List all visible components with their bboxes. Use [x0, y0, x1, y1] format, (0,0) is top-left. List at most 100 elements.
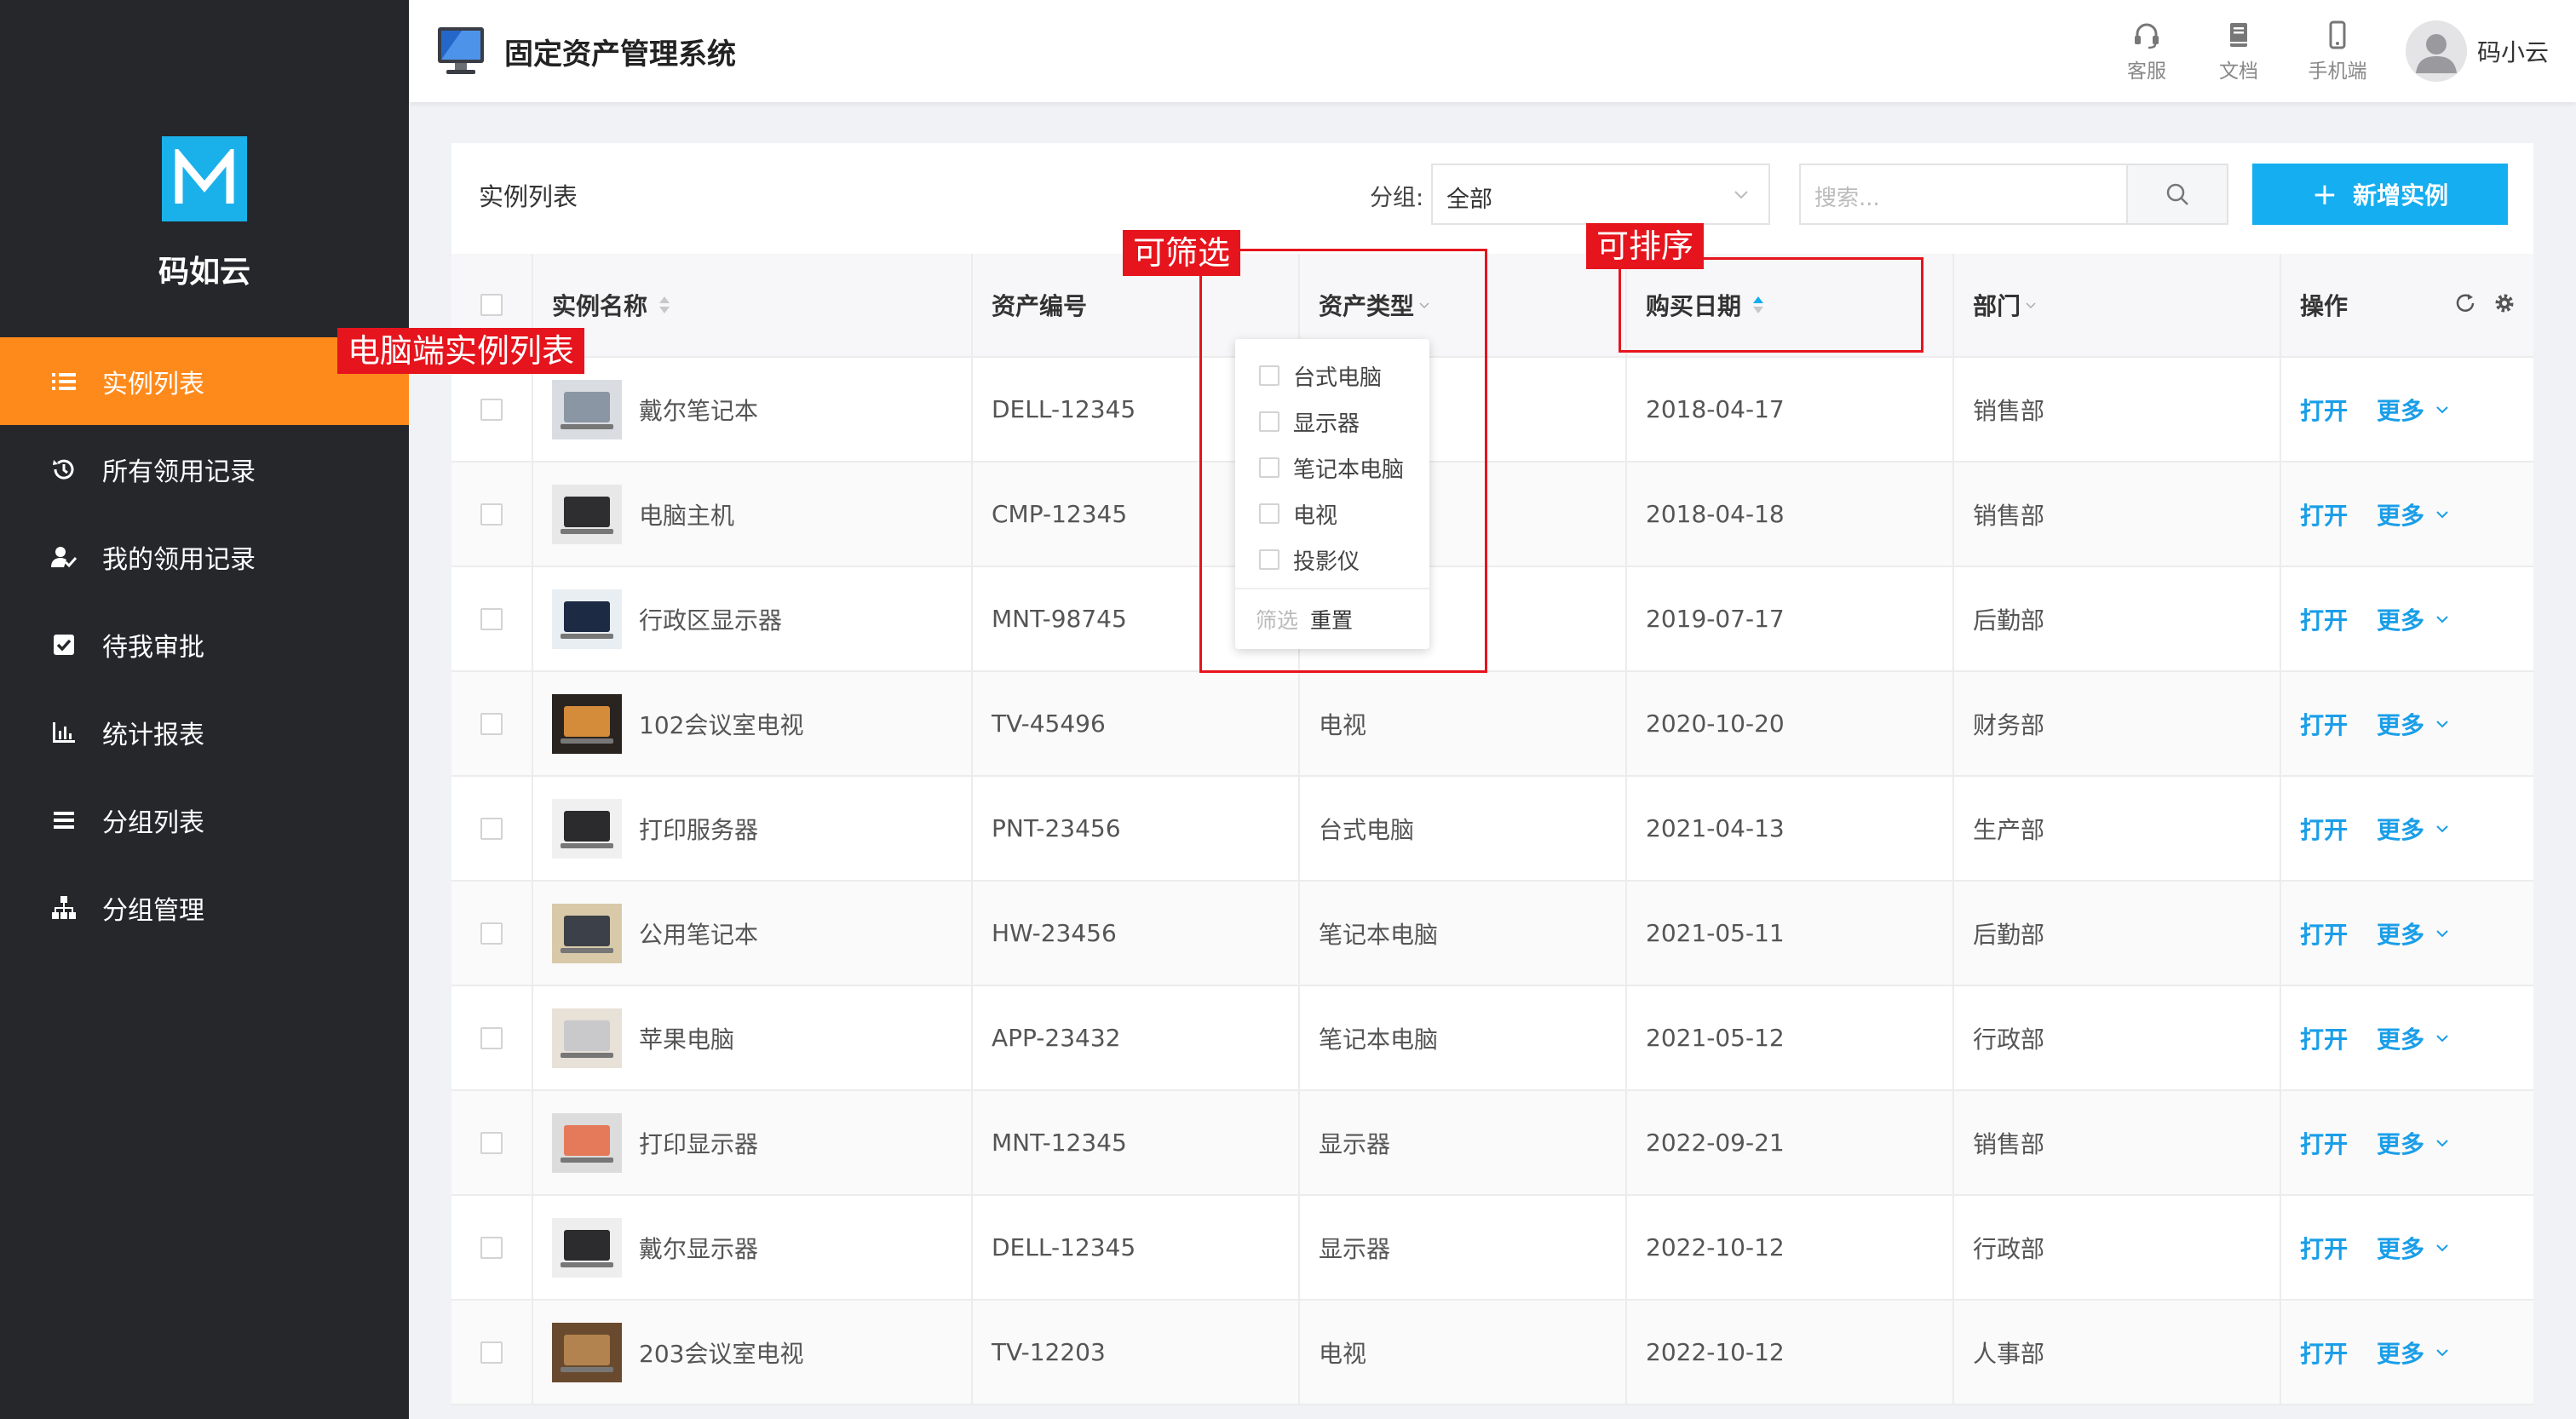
- sidebar-item-pending-approval[interactable]: 待我审批: [0, 600, 409, 688]
- row-checkbox[interactable]: [480, 712, 503, 735]
- open-link[interactable]: 打开: [2300, 497, 2348, 531]
- customer-service-button[interactable]: 客服: [2113, 20, 2181, 83]
- open-link[interactable]: 打开: [2300, 1021, 2348, 1055]
- row-select-cell: [451, 1091, 533, 1194]
- user-name[interactable]: 码小云: [2477, 34, 2549, 68]
- header-name[interactable]: 实例名称: [533, 254, 973, 356]
- dept-cell: 销售部: [1954, 1091, 2281, 1194]
- group-select[interactable]: 全部: [1431, 164, 1770, 225]
- asset-code: MNT-12345: [992, 1129, 1127, 1157]
- date-cell: 2021-05-11: [1627, 882, 1954, 985]
- more-label: 更多: [2377, 606, 2425, 635]
- asset-thumbnail: [552, 484, 622, 544]
- dept-cell: 生产部: [1954, 777, 2281, 880]
- sidebar-item-reports[interactable]: 统计报表: [0, 688, 409, 776]
- sidebar-item-label: 统计报表: [102, 720, 204, 750]
- row-checkbox[interactable]: [480, 1131, 503, 1154]
- more-label: 更多: [2377, 1129, 2425, 1158]
- asset-name: 102会议室电视: [639, 710, 804, 739]
- search-input[interactable]: 搜索...: [1799, 164, 2128, 225]
- mobile-button[interactable]: 手机端: [2297, 20, 2378, 83]
- more-dropdown[interactable]: 更多: [2377, 1336, 2452, 1370]
- brand-name: 码如云: [158, 255, 250, 290]
- department: 生产部: [1973, 815, 2045, 844]
- sidebar-item-label: 分组列表: [102, 807, 204, 838]
- row-checkbox[interactable]: [480, 1341, 503, 1364]
- open-link[interactable]: 打开: [2300, 1231, 2348, 1265]
- table-row[interactable]: 戴尔笔记本 DELL-12345 2018-04-17 销售部 打开 更多: [451, 358, 2533, 462]
- more-dropdown[interactable]: 更多: [2377, 812, 2452, 846]
- more-dropdown[interactable]: 更多: [2377, 1021, 2452, 1055]
- sort-icon[interactable]: [656, 293, 673, 317]
- asset-name: 行政区显示器: [639, 606, 783, 635]
- table-row[interactable]: 苹果电脑 APP-23432 笔记本电脑 2021-05-12 行政部 打开 更…: [451, 986, 2533, 1091]
- sidebar-item-label: 实例列表: [102, 369, 204, 399]
- open-link[interactable]: 打开: [2300, 1126, 2348, 1160]
- table-row[interactable]: 203会议室电视 TV-12203 电视 2022-10-12 人事部 打开 更…: [451, 1301, 2533, 1405]
- open-link[interactable]: 打开: [2300, 707, 2348, 741]
- row-checkbox[interactable]: [480, 1026, 503, 1049]
- filter-chevron-icon[interactable]: [2024, 298, 2038, 312]
- select-all-checkbox[interactable]: [480, 294, 503, 316]
- search-button[interactable]: [2126, 164, 2228, 225]
- add-instance-button[interactable]: + 新增实例: [2252, 164, 2508, 225]
- more-dropdown[interactable]: 更多: [2377, 602, 2452, 636]
- sidebar-item-my-records[interactable]: 我的领用记录: [0, 513, 409, 600]
- table-row[interactable]: 打印服务器 PNT-23456 台式电脑 2021-04-13 生产部 打开 更…: [451, 777, 2533, 882]
- table-row[interactable]: 102会议室电视 TV-45496 电视 2020-10-20 财务部 打开 更…: [451, 672, 2533, 777]
- purchase-date: 2022-09-21: [1646, 1129, 1785, 1157]
- more-dropdown[interactable]: 更多: [2377, 916, 2452, 951]
- row-checkbox[interactable]: [480, 503, 503, 526]
- sidebar-item-group-list[interactable]: 分组列表: [0, 776, 409, 864]
- asset-code: APP-23432: [992, 1024, 1121, 1052]
- more-dropdown[interactable]: 更多: [2377, 497, 2452, 531]
- docs-button[interactable]: 文档: [2205, 20, 2273, 83]
- asset-code: MNT-98745: [992, 605, 1127, 633]
- chevron-down-icon: [2436, 615, 2448, 623]
- asset-type: 显示器: [1319, 1234, 1391, 1263]
- sidebar-item-label: 分组管理: [102, 895, 204, 926]
- refresh-icon[interactable]: [2453, 291, 2477, 315]
- row-checkbox[interactable]: [480, 1236, 503, 1259]
- table-row[interactable]: 公用笔记本 HW-23456 笔记本电脑 2021-05-11 后勤部 打开 更…: [451, 882, 2533, 986]
- more-dropdown[interactable]: 更多: [2377, 707, 2452, 741]
- table-header: 实例名称 资产编号 资产类型 购买日期 部门 操作: [451, 254, 2533, 358]
- table-row[interactable]: 行政区显示器 MNT-98745 2019-07-17 后勤部 打开 更多: [451, 567, 2533, 672]
- more-dropdown[interactable]: 更多: [2377, 1231, 2452, 1265]
- open-link[interactable]: 打开: [2300, 393, 2348, 427]
- chevron-down-icon: [2436, 1139, 2448, 1146]
- open-link[interactable]: 打开: [2300, 916, 2348, 951]
- sidebar-item-group-manage[interactable]: 分组管理: [0, 864, 409, 951]
- card-title: 实例列表: [479, 182, 578, 211]
- row-checkbox[interactable]: [480, 817, 503, 840]
- type-cell: 显示器: [1300, 1196, 1627, 1299]
- open-link[interactable]: 打开: [2300, 602, 2348, 636]
- open-link[interactable]: 打开: [2300, 1336, 2348, 1370]
- asset-name: 戴尔显示器: [639, 1234, 759, 1263]
- column-label: 资产编号: [992, 292, 1088, 320]
- row-checkbox[interactable]: [480, 607, 503, 630]
- row-checkbox[interactable]: [480, 922, 503, 945]
- list-icon: [49, 367, 78, 396]
- table-row[interactable]: 打印显示器 MNT-12345 显示器 2022-09-21 销售部 打开 更多: [451, 1091, 2533, 1196]
- gear-icon[interactable]: [2493, 291, 2516, 315]
- name-cell: 203会议室电视: [533, 1301, 973, 1404]
- header-dept[interactable]: 部门: [1954, 254, 2281, 356]
- more-label: 更多: [2377, 815, 2425, 844]
- name-cell: 行政区显示器: [533, 567, 973, 670]
- table-row[interactable]: 电脑主机 CMP-12345 2018-04-18 销售部 打开 更多: [451, 462, 2533, 567]
- asset-thumbnail: [552, 1008, 622, 1068]
- open-link[interactable]: 打开: [2300, 812, 2348, 846]
- headset-icon: [2135, 23, 2159, 49]
- column-label: 操作: [2300, 292, 2349, 320]
- table-row[interactable]: 戴尔显示器 DELL-12345 显示器 2022-10-12 行政部 打开 更…: [451, 1196, 2533, 1301]
- more-dropdown[interactable]: 更多: [2377, 393, 2452, 427]
- sidebar-item-all-records[interactable]: 所有领用记录: [0, 425, 409, 513]
- asset-type: 笔记本电脑: [1319, 920, 1439, 949]
- user-avatar[interactable]: [2406, 20, 2467, 82]
- date-cell: 2018-04-18: [1627, 462, 1954, 566]
- row-checkbox[interactable]: [480, 398, 503, 421]
- asset-type: 笔记本电脑: [1319, 1025, 1439, 1054]
- sidebar-item-label: 所有领用记录: [102, 457, 256, 487]
- more-dropdown[interactable]: 更多: [2377, 1126, 2452, 1160]
